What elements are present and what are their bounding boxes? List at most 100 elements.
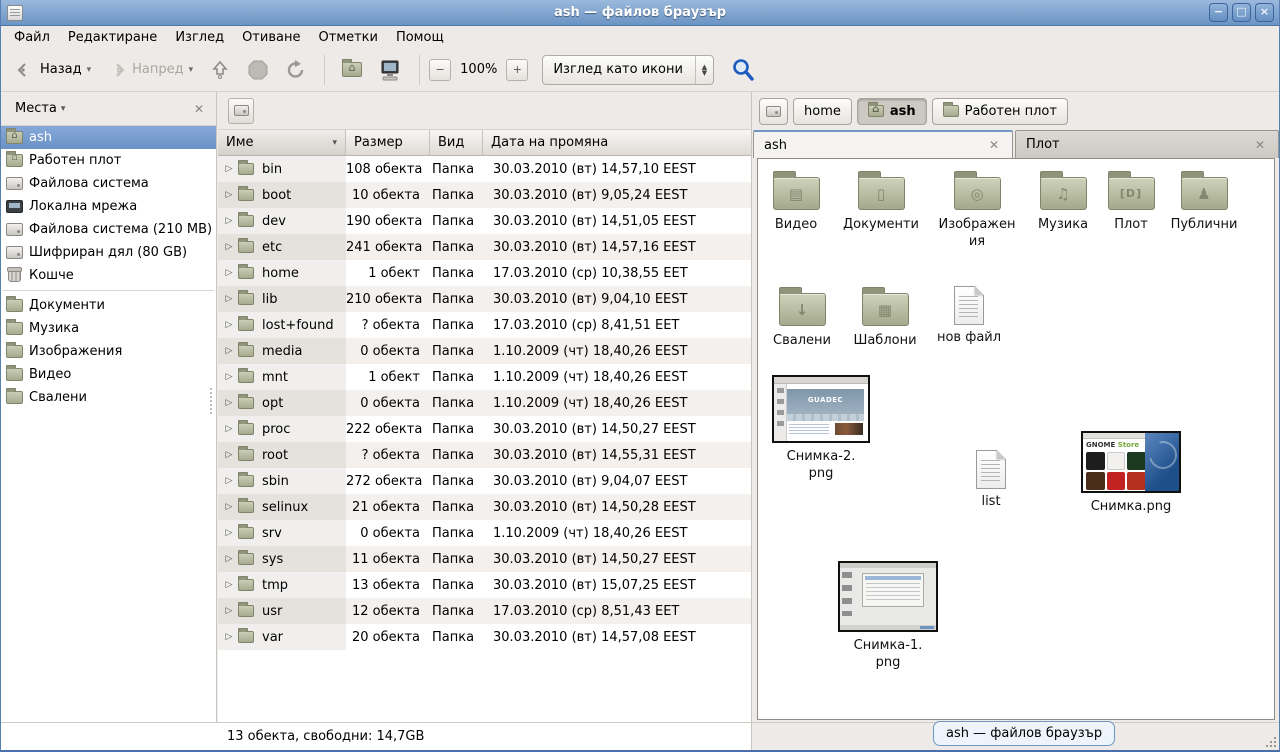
table-row[interactable]: ▷ selinux 21 обекта Папка 30.03.2010 (вт… [218, 494, 751, 520]
folder-images[interactable]: ◎ Изображен ия [934, 169, 1020, 250]
filesystem-root-button[interactable] [228, 98, 254, 124]
view-mode-select[interactable]: Изглед като икони ▲▼ [542, 55, 714, 85]
folder-video[interactable]: ▤ Видео [764, 169, 828, 233]
breadcrumb-current-button[interactable]: ⌂ ash [857, 98, 927, 125]
expander-icon[interactable]: ▷ [222, 242, 236, 252]
image-snimka[interactable]: GNOME Store Снимка.png [1076, 431, 1186, 515]
window-resize-grip[interactable] [1264, 735, 1276, 747]
maximize-icon[interactable]: □ [1232, 3, 1251, 22]
column-header-type[interactable]: Вид [430, 130, 483, 156]
expander-icon[interactable]: ▷ [222, 450, 236, 460]
sidebar-resize-grip[interactable] [210, 388, 215, 414]
expander-icon[interactable]: ▷ [222, 580, 236, 590]
expander-icon[interactable]: ▷ [222, 502, 236, 512]
expander-icon[interactable]: ▷ [222, 268, 236, 278]
menu-item[interactable]: Помощ [387, 28, 453, 47]
expander-icon[interactable]: ▷ [222, 398, 236, 408]
menu-item[interactable]: Отиване [233, 28, 309, 47]
up-button[interactable] [201, 55, 239, 85]
zoom-out-button[interactable]: − [429, 59, 451, 81]
titlebar[interactable]: ash — файлов браузър − □ × [1, 0, 1279, 26]
table-row[interactable]: ▷ root ? обекта Папка 30.03.2010 (вт) 14… [218, 442, 751, 468]
sidebar-item[interactable]: Документи [1, 294, 216, 317]
image-snimka-1[interactable]: Снимка-1. png [832, 561, 944, 671]
sidebar-item[interactable]: Изображения [1, 340, 216, 363]
sidebar-close-icon[interactable]: ✕ [190, 100, 208, 118]
table-row[interactable]: ▷ usr 12 обекта Папка 17.03.2010 (ср) 8,… [218, 598, 751, 624]
sidebar-item[interactable]: Музика [1, 317, 216, 340]
table-row[interactable]: ▷ lost+found ? обекта Папка 17.03.2010 (… [218, 312, 751, 338]
table-row[interactable]: ▷ proc 222 обекта Папка 30.03.2010 (вт) … [218, 416, 751, 442]
file-new-file[interactable]: нов файл [930, 281, 1008, 346]
tab-ash[interactable]: ash ✕ [753, 130, 1013, 158]
reload-button[interactable] [277, 55, 315, 85]
expander-icon[interactable]: ▷ [222, 216, 236, 226]
breadcrumb-root-button[interactable] [759, 98, 788, 125]
folder-desktop[interactable]: [D] Плот [1100, 169, 1162, 233]
sidebar-item[interactable]: Видео [1, 363, 216, 386]
back-button[interactable]: Назад ▾ [7, 55, 99, 85]
expander-icon[interactable]: ▷ [222, 164, 236, 174]
sidebar-item[interactable]: Файлова система [1, 172, 216, 195]
tab-plot[interactable]: Плот ✕ [1015, 130, 1279, 158]
folder-music[interactable]: ♫ Музика [1028, 169, 1098, 233]
folder-templates[interactable]: ▦ Шаблони [848, 285, 922, 349]
menu-item[interactable]: Редактиране [59, 28, 166, 47]
expander-icon[interactable]: ▷ [222, 554, 236, 564]
menu-item[interactable]: Изглед [166, 28, 233, 47]
table-row[interactable]: ▷ dev 190 обекта Папка 30.03.2010 (вт) 1… [218, 208, 751, 234]
folder-documents[interactable]: ▯ Документи [838, 169, 924, 233]
sidebar-item[interactable]: Файлова система (210 MB) [1, 218, 216, 241]
table-row[interactable]: ▷ mnt 1 обект Папка 1.10.2009 (чт) 18,40… [218, 364, 751, 390]
zoom-in-button[interactable]: + [506, 59, 528, 81]
column-header-date[interactable]: Дата на промяна [483, 130, 751, 156]
table-row[interactable]: ▷ home 1 обект Папка 17.03.2010 (ср) 10,… [218, 260, 751, 286]
expander-icon[interactable]: ▷ [222, 476, 236, 486]
expander-icon[interactable]: ▷ [222, 372, 236, 382]
expander-icon[interactable]: ▷ [222, 528, 236, 538]
table-row[interactable]: ▷ opt 0 обекта Папка 1.10.2009 (чт) 18,4… [218, 390, 751, 416]
expander-icon[interactable]: ▷ [222, 424, 236, 434]
expander-icon[interactable]: ▷ [222, 606, 236, 616]
icon-view-canvas[interactable]: ▤ Видео ▯ Документи ◎ Изображен ия ♫ Муз… [757, 158, 1275, 720]
close-icon[interactable]: × [1255, 3, 1274, 22]
menu-item[interactable]: Файл [5, 28, 59, 47]
sidebar-item[interactable]: ash [1, 126, 216, 149]
table-row[interactable]: ▷ etc 241 обекта Папка 30.03.2010 (вт) 1… [218, 234, 751, 260]
file-list[interactable]: list [954, 445, 1028, 510]
home-button[interactable]: ⌂ [334, 55, 370, 85]
image-snimka-2[interactable]: GUADEC Снимка-2. png [766, 375, 876, 482]
breadcrumb-desktop-button[interactable]: Работен плот [932, 98, 1068, 125]
column-header-name[interactable]: Име ▾ [218, 130, 346, 156]
tab-close-icon[interactable]: ✕ [1252, 138, 1268, 152]
sidebar-title-select[interactable]: Места ▾ [9, 98, 71, 119]
menu-item[interactable]: Отметки [309, 28, 386, 47]
expander-icon[interactable]: ▷ [222, 632, 236, 642]
sidebar-item[interactable]: Кошче [1, 264, 216, 287]
table-row[interactable]: ▷ var 20 обекта Папка 30.03.2010 (вт) 14… [218, 624, 751, 650]
column-header-size[interactable]: Размер [346, 130, 430, 156]
table-row[interactable]: ▷ lib 210 обекта Папка 30.03.2010 (вт) 9… [218, 286, 751, 312]
sidebar-item[interactable]: Шифриран дял (80 GB) [1, 241, 216, 264]
table-row[interactable]: ▷ bin 108 обекта Папка 30.03.2010 (вт) 1… [218, 156, 751, 182]
table-row[interactable]: ▷ boot 10 обекта Папка 30.03.2010 (вт) 9… [218, 182, 751, 208]
taskbar-window-button[interactable]: ash — файлов браузър [933, 721, 1115, 746]
table-row[interactable]: ▷ sys 11 обекта Папка 30.03.2010 (вт) 14… [218, 546, 751, 572]
minimize-icon[interactable]: − [1209, 3, 1228, 22]
tab-close-icon[interactable]: ✕ [986, 138, 1002, 152]
expander-icon[interactable]: ▷ [222, 294, 236, 304]
table-row[interactable]: ▷ sbin 272 обекта Папка 30.03.2010 (вт) … [218, 468, 751, 494]
table-row[interactable]: ▷ media 0 обекта Папка 1.10.2009 (чт) 18… [218, 338, 751, 364]
expander-icon[interactable]: ▷ [222, 320, 236, 330]
sidebar-item[interactable]: Свалени [1, 386, 216, 409]
stop-button[interactable] [239, 55, 277, 85]
forward-button[interactable]: Напред ▾ [99, 55, 201, 85]
expander-icon[interactable]: ▷ [222, 190, 236, 200]
breadcrumb-home-button[interactable]: home [793, 98, 852, 125]
expander-icon[interactable]: ▷ [222, 346, 236, 356]
folder-public[interactable]: ♟ Публични [1164, 169, 1244, 233]
computer-button[interactable] [370, 55, 410, 85]
table-row[interactable]: ▷ tmp 13 обекта Папка 30.03.2010 (вт) 15… [218, 572, 751, 598]
table-row[interactable]: ▷ srv 0 обекта Папка 1.10.2009 (чт) 18,4… [218, 520, 751, 546]
sidebar-item[interactable]: Локална мрежа [1, 195, 216, 218]
